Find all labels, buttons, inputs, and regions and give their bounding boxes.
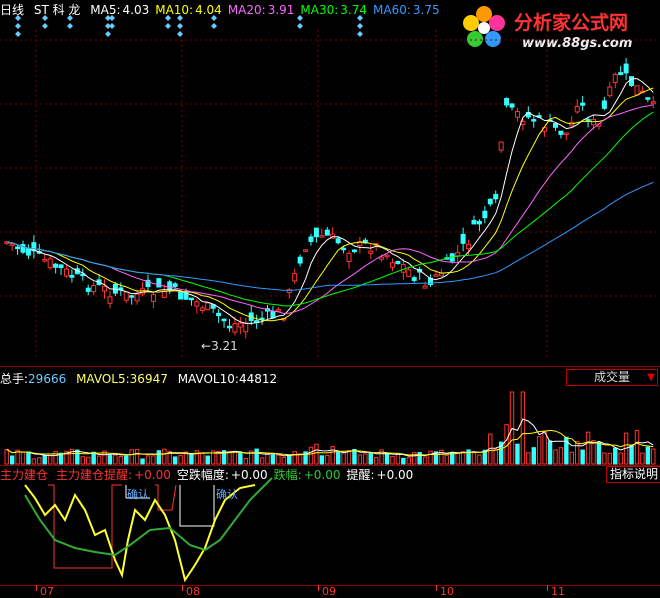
indicator-chart[interactable] — [0, 0, 660, 598]
x-axis-tick — [436, 585, 437, 591]
warning-step-line — [48, 484, 122, 569]
x-axis-tick — [182, 585, 183, 591]
x-axis-tick — [547, 585, 548, 591]
x-axis-month-label: 11 — [551, 585, 565, 598]
x-axis-tick — [318, 585, 319, 591]
x-axis-month-label: 07 — [40, 585, 54, 598]
x-axis-month-label: 10 — [440, 585, 454, 598]
confirm-label-2: 确认 — [216, 488, 238, 501]
x-axis-month-label: 09 — [322, 585, 336, 598]
x-axis-tick — [36, 585, 37, 591]
confirm-label-1: 确认 — [127, 488, 149, 501]
x-axis-month-label: 08 — [186, 585, 200, 598]
